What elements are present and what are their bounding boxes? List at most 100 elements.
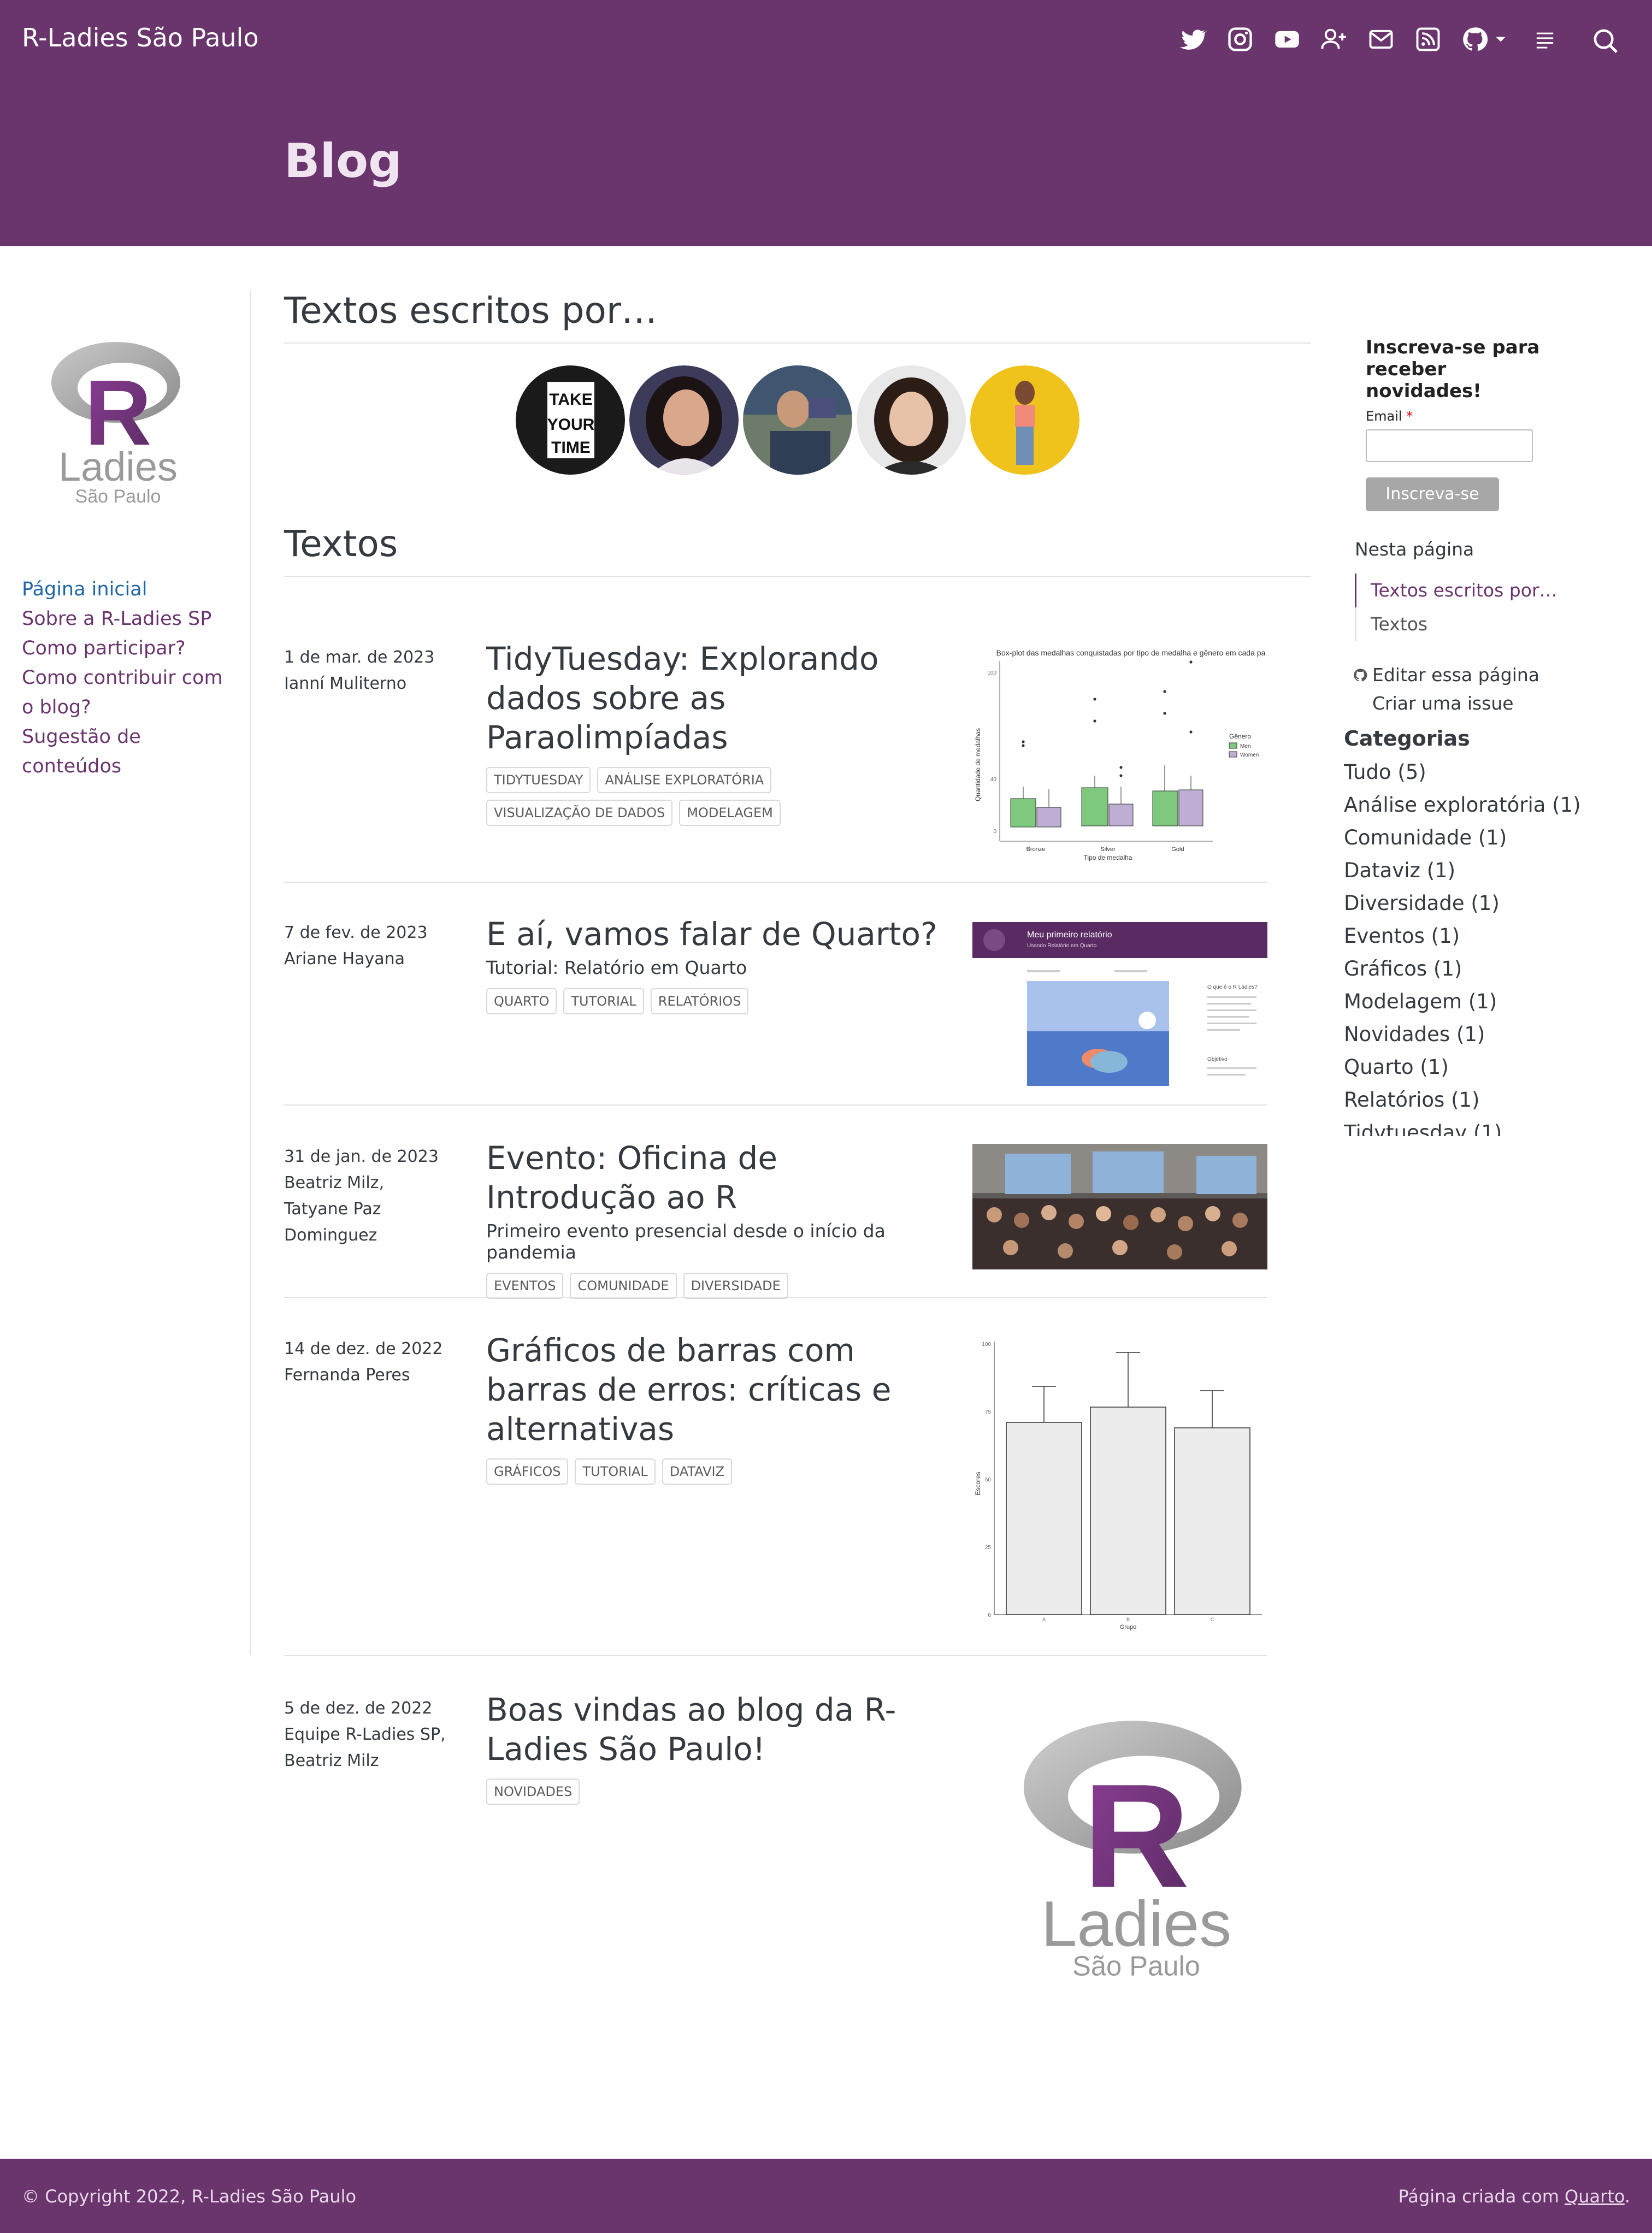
youtube-icon[interactable] bbox=[1273, 25, 1301, 54]
categories-panel: Categorias Tudo (5) Análise exploratória… bbox=[1344, 726, 1606, 1136]
category-item[interactable]: Novidades (1) bbox=[1344, 1018, 1606, 1051]
sidebar-nav: Página inicial Sobre a R-Ladies SP Como … bbox=[22, 575, 229, 781]
edit-page-link[interactable]: Editar essa página bbox=[1353, 661, 1539, 689]
menu-icon[interactable] bbox=[1531, 25, 1559, 54]
post-thumbnail-boxplot[interactable]: Box-plot das medalhas conquistadas por t… bbox=[972, 645, 1278, 865]
author-avatar[interactable] bbox=[857, 365, 966, 475]
post-thumbnail-quarto-report[interactable]: Meu primeiro relatório Usando Relatório … bbox=[972, 922, 1267, 1088]
author-avatar[interactable] bbox=[629, 365, 739, 475]
search-icon[interactable] bbox=[1591, 26, 1620, 56]
post-tag[interactable]: Dataviz bbox=[662, 1458, 733, 1485]
post-thumbnail-logo[interactable]: R Ladies São Paulo bbox=[1016, 1715, 1256, 1985]
chevron-down-icon[interactable] bbox=[1494, 32, 1508, 46]
post-authors: Ianní Muliterno bbox=[284, 674, 407, 693]
post-tag[interactable]: Análise exploratória bbox=[597, 767, 772, 793]
github-icon[interactable] bbox=[1461, 25, 1489, 54]
category-item[interactable]: Eventos (1) bbox=[1344, 920, 1606, 953]
sidebar-item-pagina-inicial[interactable]: Página inicial bbox=[22, 575, 229, 604]
post-item[interactable]: 14 de dez. de 2022 Fernanda Peres Gráfic… bbox=[284, 1332, 1278, 1656]
edit-page-label[interactable]: Editar essa página bbox=[1372, 661, 1539, 689]
post-tag[interactable]: Eventos bbox=[486, 1273, 564, 1299]
subscribe-button[interactable]: Inscreva-se bbox=[1366, 477, 1499, 511]
post-tag[interactable]: Quarto bbox=[486, 988, 557, 1014]
post-body: Gráficos de barras com barras de erros: … bbox=[486, 1331, 945, 1491]
post-tags: Quarto Tutorial Relatórios bbox=[486, 988, 945, 1021]
post-meta: 14 de dez. de 2022 Fernanda Peres bbox=[284, 1336, 448, 1389]
post-item[interactable]: 1 de mar. de 2023 Ianní Muliterno TidyTu… bbox=[284, 640, 1278, 883]
category-item[interactable]: Tidytuesday (1) bbox=[1344, 1116, 1606, 1136]
svg-text:São Paulo: São Paulo bbox=[75, 486, 161, 507]
toc-item-textos-escritos[interactable]: Textos escritos por… bbox=[1371, 574, 1557, 607]
category-item[interactable]: Análise exploratória (1) bbox=[1344, 789, 1606, 822]
twitter-icon[interactable] bbox=[1179, 25, 1207, 54]
post-tag[interactable]: Modelagem bbox=[679, 800, 781, 826]
nav-icons bbox=[1179, 25, 1578, 54]
meetup-icon[interactable] bbox=[1320, 25, 1348, 54]
sidebar-item-sobre[interactable]: Sobre a R-Ladies SP bbox=[22, 604, 229, 634]
author-avatar[interactable]: TAKE YOUR TIME bbox=[516, 365, 625, 475]
post-tag[interactable]: Relatórios bbox=[650, 988, 749, 1014]
sidebar-item-como-participar[interactable]: Como participar? bbox=[22, 634, 229, 663]
svg-text:TIME: TIME bbox=[551, 439, 591, 457]
post-tag[interactable]: Gráficos bbox=[486, 1458, 569, 1485]
post-item[interactable]: 31 de jan. de 2023 Beatriz Milz, Tatyane… bbox=[284, 1139, 1267, 1299]
category-item[interactable]: Modelagem (1) bbox=[1344, 985, 1606, 1018]
post-tag[interactable]: TidyTuesday bbox=[486, 767, 591, 793]
instagram-icon[interactable] bbox=[1226, 25, 1254, 54]
categories-title: Categorias bbox=[1344, 726, 1470, 751]
svg-text:Escores: Escores bbox=[974, 1472, 982, 1495]
rladies-logo[interactable]: R Ladies São Paulo bbox=[47, 338, 189, 512]
post-tag[interactable]: Comunidade bbox=[570, 1273, 677, 1299]
create-issue-link[interactable]: Criar uma issue bbox=[1353, 689, 1539, 718]
sidebar-item-sugestao[interactable]: Sugestão de conteúdos bbox=[22, 722, 229, 781]
category-item[interactable]: Relatórios (1) bbox=[1344, 1084, 1606, 1116]
post-tags: Novidades bbox=[486, 1779, 945, 1811]
quarto-link[interactable]: Quarto bbox=[1565, 2186, 1625, 2207]
post-tag[interactable]: Tutorial bbox=[563, 988, 644, 1014]
edit-links: Editar essa página Criar uma issue bbox=[1353, 661, 1539, 718]
category-item[interactable]: Tudo (5) bbox=[1344, 756, 1606, 789]
required-mark: * bbox=[1406, 409, 1413, 424]
title-banner: Blog bbox=[0, 79, 1652, 246]
svg-text:40: 40 bbox=[990, 777, 997, 783]
post-tag[interactable]: Visualização de dados bbox=[486, 800, 673, 826]
category-item[interactable]: Comunidade (1) bbox=[1344, 822, 1606, 854]
toc-item-textos[interactable]: Textos bbox=[1355, 607, 1557, 641]
main-content: Textos escritos por… TAKE YOUR TIME Text… bbox=[284, 290, 1311, 577]
post-tags: Eventos Comunidade Diversidade bbox=[486, 1273, 945, 1305]
post-title[interactable]: Boas vindas ao blog da R-Ladies São Paul… bbox=[486, 1690, 945, 1769]
create-issue-label[interactable]: Criar uma issue bbox=[1372, 689, 1514, 718]
post-meta: 31 de jan. de 2023 Beatriz Milz, Tatyane… bbox=[284, 1144, 448, 1249]
author-avatar[interactable] bbox=[743, 365, 852, 475]
svg-text:YOUR: YOUR bbox=[547, 416, 595, 434]
post-thumbnail-barchart[interactable]: Escores 100 75 50 25 0 A B C Grupo bbox=[972, 1336, 1278, 1633]
svg-text:50: 50 bbox=[985, 1477, 992, 1483]
email-field[interactable] bbox=[1366, 429, 1533, 462]
category-item[interactable]: Gráficos (1) bbox=[1344, 953, 1606, 985]
post-authors: Fernanda Peres bbox=[284, 1366, 410, 1385]
category-item[interactable]: Quarto (1) bbox=[1344, 1051, 1606, 1084]
svg-text:C: C bbox=[1211, 1617, 1214, 1622]
svg-text:Quantidade de medalhas: Quantidade de medalhas bbox=[974, 728, 982, 801]
post-item[interactable]: 7 de fev. de 2023 Ariane Hayana E aí, va… bbox=[284, 915, 1267, 1106]
author-avatar[interactable] bbox=[970, 365, 1079, 475]
category-item[interactable]: Diversidade (1) bbox=[1344, 887, 1606, 920]
post-body: Evento: Oficina de Introdução ao R Prime… bbox=[486, 1138, 945, 1305]
post-thumbnail-event-photo[interactable] bbox=[972, 1144, 1267, 1272]
post-title[interactable]: TidyTuesday: Explorando dados sobre as P… bbox=[486, 639, 945, 757]
post-title[interactable]: Evento: Oficina de Introdução ao R bbox=[486, 1138, 945, 1217]
site-brand[interactable]: R-Ladies São Paulo bbox=[22, 23, 258, 52]
sidebar-item-como-contribuir[interactable]: Como contribuir com o blog? bbox=[22, 663, 229, 722]
post-title[interactable]: E aí, vamos falar de Quarto? bbox=[486, 914, 945, 954]
post-item[interactable]: 5 de dez. de 2022 Equipe R-Ladies SP, Be… bbox=[284, 1691, 1267, 1990]
email-icon[interactable] bbox=[1367, 25, 1395, 54]
post-title[interactable]: Gráficos de barras com barras de erros: … bbox=[486, 1331, 945, 1449]
post-tag[interactable]: Diversidade bbox=[683, 1273, 788, 1299]
svg-text:0: 0 bbox=[988, 1612, 991, 1618]
post-tag[interactable]: Tutorial bbox=[575, 1458, 656, 1485]
category-item[interactable]: Dataviz (1) bbox=[1344, 854, 1606, 887]
svg-text:75: 75 bbox=[985, 1409, 992, 1415]
post-tag[interactable]: Novidades bbox=[486, 1779, 580, 1805]
rss-icon[interactable] bbox=[1414, 25, 1442, 54]
svg-text:Meu primeiro relatório: Meu primeiro relatório bbox=[1027, 930, 1112, 940]
